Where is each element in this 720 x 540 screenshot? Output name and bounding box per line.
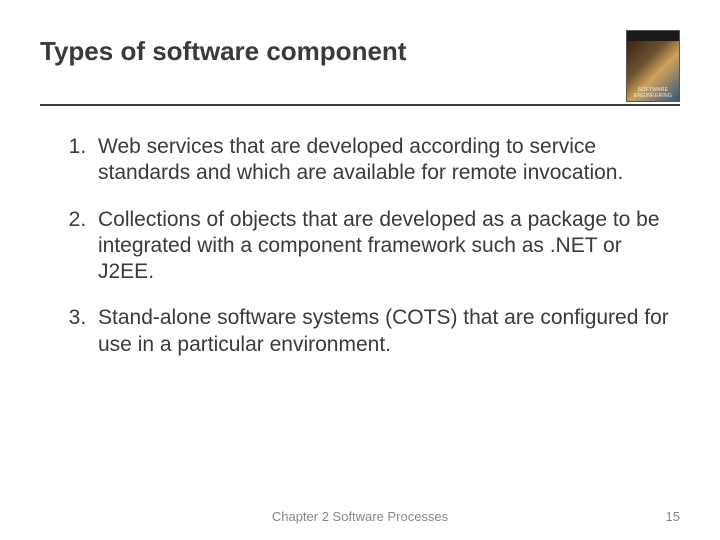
slide-body: Web services that are developed accordin… [40, 106, 680, 358]
header: Types of software component [40, 30, 680, 102]
list-item: Web services that are developed accordin… [92, 134, 670, 187]
footer-text: Chapter 2 Software Processes [0, 509, 720, 524]
list-item: Collections of objects that are develope… [92, 207, 670, 286]
slide-title: Types of software component [40, 30, 406, 67]
book-cover-image [626, 30, 680, 102]
page-number: 15 [666, 509, 680, 524]
list-item: Stand-alone software systems (COTS) that… [92, 305, 670, 358]
slide: Types of software component Web services… [0, 0, 720, 540]
numbered-list: Web services that are developed accordin… [50, 134, 670, 358]
